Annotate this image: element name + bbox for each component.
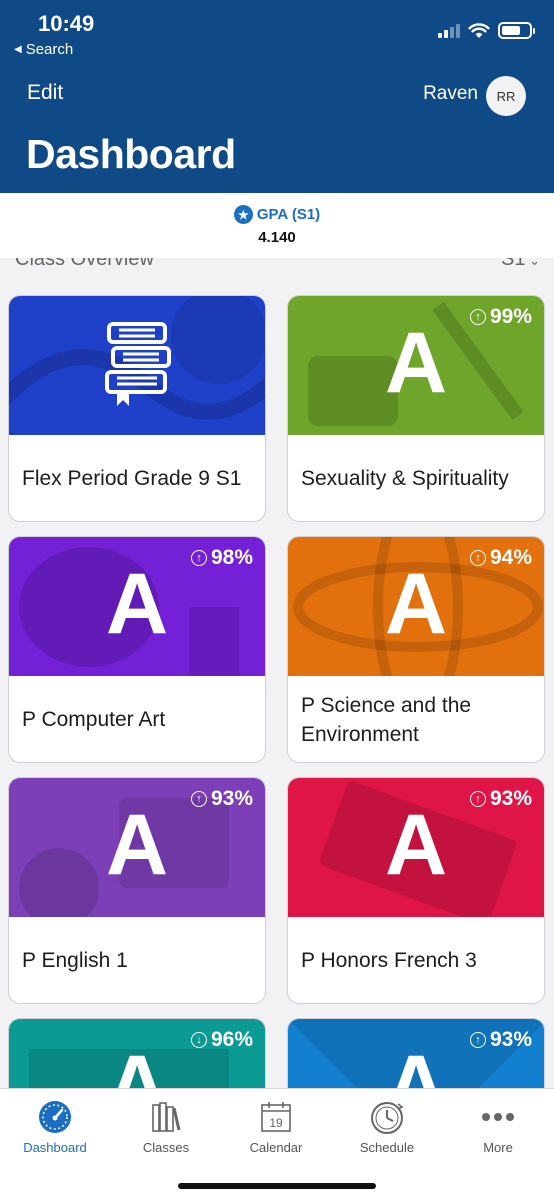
tab-label: Schedule bbox=[359, 1140, 415, 1155]
avatar[interactable]: RR bbox=[486, 76, 526, 116]
calendar-icon: 19 bbox=[261, 1102, 291, 1132]
class-name: P Science and the Environment bbox=[301, 693, 472, 746]
gpa-summary[interactable]: ★ GPA (S1) 4.140 bbox=[0, 193, 554, 258]
trend-up-icon: ↑ bbox=[469, 791, 486, 807]
status-time: 10:49 bbox=[38, 11, 95, 36]
grade-percent: ↑ 99% bbox=[469, 305, 532, 329]
grade-letter: A bbox=[384, 797, 448, 893]
tab-dashboard[interactable]: Dashboard bbox=[5, 1097, 105, 1155]
percent-value: 98% bbox=[210, 546, 253, 569]
percent-value: 93% bbox=[489, 1028, 532, 1051]
page-title: Dashboard bbox=[26, 131, 236, 177]
app-header: 10:49 ◀ Search Edit Raven RR Dashboard bbox=[0, 0, 554, 193]
tab-label: Calendar bbox=[249, 1140, 303, 1155]
percent-value: 93% bbox=[210, 787, 253, 810]
trend-up-icon: ↑ bbox=[469, 309, 486, 325]
grade-percent: ↑ 98% bbox=[190, 546, 253, 570]
class-card[interactable]: A ↑ 98% P Computer Art bbox=[8, 536, 266, 763]
tab-schedule[interactable]: Schedule bbox=[337, 1097, 437, 1155]
gpa-label: GPA (S1) bbox=[256, 206, 321, 223]
class-card[interactable]: A ↑ 99% Sexuality & Spirituality bbox=[287, 295, 545, 522]
back-triangle-icon: ◀ bbox=[14, 44, 22, 55]
class-card-banner: A ↑ 99% bbox=[288, 296, 544, 435]
user-name[interactable]: Raven bbox=[423, 83, 478, 105]
class-name: P Computer Art bbox=[22, 708, 166, 732]
grade-percent: ↑ 94% bbox=[469, 546, 532, 570]
percent-value: 93% bbox=[489, 787, 532, 810]
trend-down-icon: ↓ bbox=[190, 1032, 207, 1048]
grade-percent: ↑ 93% bbox=[469, 787, 532, 811]
percent-value: 99% bbox=[489, 305, 532, 328]
svg-text:19: 19 bbox=[269, 1116, 283, 1130]
trend-up-icon: ↑ bbox=[190, 791, 207, 807]
class-name: P Honors French 3 bbox=[301, 949, 477, 973]
trend-up-icon: ↑ bbox=[190, 550, 207, 566]
percent-value: 94% bbox=[489, 546, 532, 569]
back-to-search-link[interactable]: ◀ Search bbox=[14, 41, 73, 58]
grade-percent: ↓ 96% bbox=[190, 1028, 253, 1052]
gpa-value: 4.140 bbox=[258, 229, 296, 246]
class-card-banner: A ↑ 94% bbox=[288, 537, 544, 676]
grade-percent: ↑ 93% bbox=[469, 1028, 532, 1052]
grade-percent: ↑ 93% bbox=[190, 787, 253, 811]
class-card[interactable]: Flex Period Grade 9 S1 bbox=[8, 295, 266, 522]
tab-label: Dashboard bbox=[23, 1140, 87, 1155]
trend-up-icon: ↑ bbox=[469, 1032, 486, 1048]
grade-letter: A bbox=[105, 556, 169, 652]
back-label: Search bbox=[25, 41, 74, 58]
class-card[interactable]: A ↑ 94% P Science and the Environment bbox=[287, 536, 545, 763]
class-card-banner: A ↑ 98% bbox=[9, 537, 265, 676]
books-icon bbox=[152, 1102, 181, 1132]
tab-label: More bbox=[483, 1140, 513, 1155]
tab-calendar[interactable]: 19 Calendar bbox=[226, 1097, 326, 1155]
wifi-icon bbox=[468, 22, 490, 38]
status-icons bbox=[438, 22, 535, 39]
battery-icon bbox=[498, 22, 535, 39]
class-card-banner: A ↑ 93% bbox=[9, 778, 265, 917]
class-name: Flex Period Grade 9 S1 bbox=[22, 467, 242, 491]
tab-classes[interactable]: Classes bbox=[116, 1097, 216, 1155]
edit-button[interactable]: Edit bbox=[27, 81, 63, 105]
cellular-signal-icon bbox=[438, 23, 460, 38]
class-card-banner bbox=[9, 296, 265, 435]
grade-letter: A bbox=[384, 556, 448, 652]
star-icon: ★ bbox=[233, 205, 253, 224]
grade-letter: A bbox=[105, 797, 169, 893]
class-name: Sexuality & Spirituality bbox=[301, 467, 509, 491]
tab-more[interactable]: More bbox=[448, 1097, 548, 1155]
clock-icon bbox=[371, 1102, 404, 1134]
more-icon bbox=[482, 1113, 514, 1121]
grade-letter: A bbox=[384, 315, 448, 411]
trend-up-icon: ↑ bbox=[469, 550, 486, 566]
gauge-icon bbox=[39, 1101, 71, 1133]
tab-label: Classes bbox=[142, 1140, 190, 1155]
home-indicator bbox=[178, 1183, 376, 1189]
books-icon bbox=[105, 322, 171, 406]
class-card[interactable]: A ↑ 93% P English 1 bbox=[8, 777, 266, 1004]
class-name: P English 1 bbox=[22, 949, 128, 973]
class-card-banner: A ↑ 93% bbox=[288, 778, 544, 917]
percent-value: 96% bbox=[210, 1028, 253, 1051]
class-card[interactable]: A ↑ 93% P Honors French 3 bbox=[287, 777, 545, 1004]
